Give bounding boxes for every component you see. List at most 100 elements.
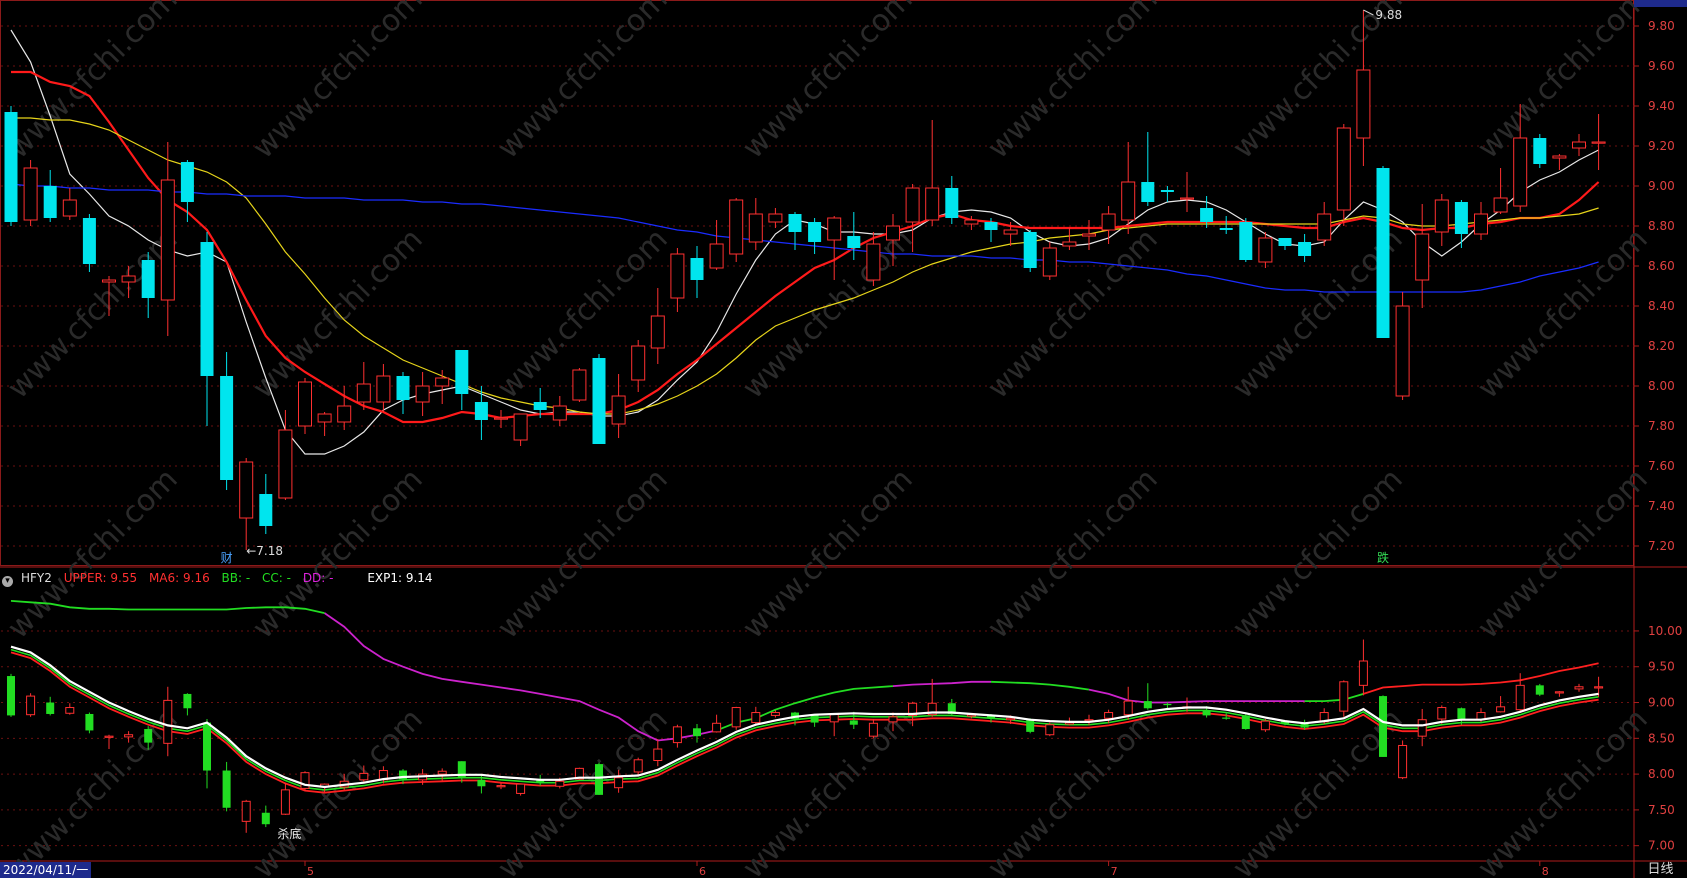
sub-candle-body (163, 699, 173, 744)
candle-body (611, 395, 626, 425)
candle-body (1003, 229, 1018, 235)
candle-body (1493, 197, 1508, 213)
candle-body (748, 213, 763, 243)
watermark: www.cfchi.com www.cfchi.com www.cfchi.com w… (1, 0, 1655, 878)
watermark-text: www.cfchi.com (1, 462, 185, 646)
sub-candle-body (1358, 660, 1368, 686)
sub-tick-label: 9.50 (1648, 660, 1675, 674)
candle-body (1317, 213, 1332, 241)
candle-body (866, 243, 881, 281)
watermark-text: www.cfchi.com (981, 462, 1165, 646)
watermark-text: www.cfchi.com (1471, 222, 1655, 406)
sub-candle-body (477, 779, 486, 787)
candle-body (592, 358, 606, 444)
candle-body (356, 383, 371, 403)
candle-body (239, 461, 254, 519)
candle-body (160, 179, 175, 301)
main-tick-label: 8.20 (1648, 339, 1675, 353)
sub-candle-body (1202, 710, 1211, 716)
period-label[interactable]: 日线 (1634, 862, 1687, 878)
sub-tick-label: 8.00 (1648, 767, 1675, 781)
upper-line-segment (716, 685, 894, 732)
candle-body (1376, 168, 1390, 338)
indicator-name[interactable]: HFY2 (21, 571, 52, 585)
watermark-text: www.cfchi.com (736, 462, 920, 646)
upper-line-segment (990, 680, 1090, 691)
candle-body (925, 187, 940, 221)
candle-body (102, 279, 116, 283)
upper-label: UPPER: 9.55 (63, 571, 138, 585)
main-tick-label: 7.80 (1648, 419, 1675, 433)
sub-candle-body (1437, 707, 1447, 720)
sub-tick-label: 8.50 (1648, 731, 1675, 745)
candle-body (984, 222, 998, 230)
sub-candle-body (1457, 708, 1466, 720)
dropdown-icon[interactable]: ▾ (2, 576, 13, 587)
candle-body (1219, 228, 1233, 230)
candle-body (945, 188, 959, 218)
candle-body (180, 162, 194, 202)
sub-candle-body (1123, 700, 1133, 716)
sub-candle-body (183, 693, 192, 709)
watermark-text: www.cfchi.com (246, 702, 430, 878)
candle-body (1062, 241, 1077, 247)
candle-body (1101, 213, 1116, 231)
sub-candle-body (241, 800, 251, 822)
sub-candle-body (437, 770, 447, 775)
month-tick-label: 8 (1542, 865, 1549, 878)
sub-candle-body (1104, 712, 1114, 719)
sub-candle-body (555, 780, 565, 787)
main-tick-label: 7.40 (1648, 499, 1675, 513)
indicator-legend: ▾ HFY2 UPPER: 9.55 MA6: 9.16 BB: - CC: - … (2, 570, 441, 587)
month-tick-label: 7 (1111, 865, 1118, 878)
candle-body (1278, 238, 1292, 246)
candle-body (415, 385, 430, 403)
sub-candle-body (124, 734, 134, 738)
candle-body (768, 213, 783, 223)
stock-chart[interactable]: www.cfchi.com www.cfchi.com www.cfchi.com w… (0, 0, 1687, 878)
axis-corner-marker (1634, 0, 1687, 7)
sub-candle-body (261, 812, 270, 825)
upper-line-segment (1363, 662, 1599, 695)
date-readout: 2022/04/11/一 (0, 862, 92, 878)
sub-candle-body (26, 695, 36, 716)
candle-body (572, 369, 587, 401)
sub-candle-body (888, 716, 898, 723)
exp1-label: EXP1: 9.14 (367, 571, 433, 585)
candle-body (1141, 182, 1155, 202)
watermark-text: www.cfchi.com (491, 462, 675, 646)
sub-candle-body (770, 712, 780, 716)
candle-body (220, 376, 234, 480)
sub-candle-body (280, 789, 290, 815)
candle-body (376, 375, 391, 403)
sub-candle-body (496, 785, 506, 788)
main-tick-label: 7.60 (1648, 459, 1675, 473)
upper-line-segment (892, 680, 991, 687)
main-tick-label: 9.60 (1648, 59, 1675, 73)
sub-candle-body (1574, 686, 1584, 690)
main-tick-label: 8.00 (1648, 379, 1675, 393)
candle-body (1572, 141, 1586, 149)
sub-candle-body (65, 707, 75, 714)
candle-body (670, 253, 685, 299)
candle-body (1474, 213, 1488, 235)
candle-body (1395, 305, 1410, 397)
watermark-text: www.cfchi.com (491, 0, 675, 166)
watermark-text: www.cfchi.com (1226, 0, 1410, 166)
candle-body (729, 199, 744, 255)
sub-candle-body (672, 726, 682, 744)
sub-candle-body (46, 702, 55, 714)
candle-body (435, 377, 450, 387)
month-tick-label: 5 (307, 865, 314, 878)
candle-body (474, 402, 488, 420)
candle-body (1160, 190, 1174, 192)
watermark-text: www.cfchi.com (1471, 702, 1655, 878)
main-tick-label: 9.40 (1648, 99, 1675, 113)
candle-body (396, 376, 410, 400)
event-marker: 跌 (1377, 550, 1389, 565)
watermark-text: www.cfchi.com (1, 0, 185, 166)
sub-candle-body (1339, 681, 1349, 712)
candle-body (1336, 127, 1351, 211)
sub-candle-body (1163, 703, 1172, 706)
candle-body (298, 381, 312, 427)
